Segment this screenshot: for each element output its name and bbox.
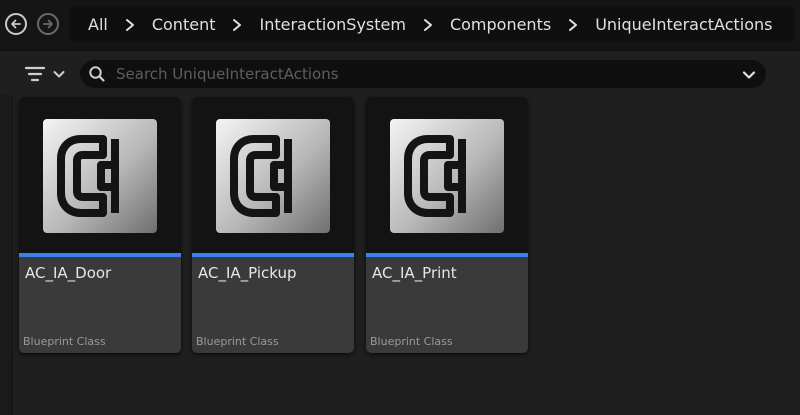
asset-tile[interactable]: AC_IA_Print Blueprint Class: [366, 97, 528, 353]
asset-type-color-bar: [192, 253, 354, 257]
asset-type-label: Blueprint Class: [196, 335, 279, 348]
asset-tile[interactable]: AC_IA_Door Blueprint Class: [19, 97, 181, 353]
asset-name: AC_IA_Door: [25, 264, 112, 282]
breadcrumb-item-all[interactable]: All: [88, 15, 108, 34]
filter-icon: [24, 66, 46, 82]
chevron-right-icon: [569, 19, 578, 31]
arrow-left-icon: [11, 19, 21, 29]
breadcrumb-separator[interactable]: [215, 15, 259, 34]
blueprint-component-icon: [390, 119, 504, 233]
search-input[interactable]: [116, 63, 716, 85]
chevron-right-icon: [423, 19, 432, 31]
breadcrumb: All Content InteractionSystem Components: [70, 6, 794, 42]
asset-thumbnail: [192, 97, 354, 253]
search-box: [80, 60, 766, 88]
breadcrumb-item-interactionsystem[interactable]: InteractionSystem: [259, 15, 405, 34]
asset-type-color-bar: [19, 253, 181, 257]
breadcrumb-item-content[interactable]: Content: [152, 15, 216, 34]
chevron-down-icon: [53, 71, 65, 78]
asset-tile[interactable]: AC_IA_Pickup Blueprint Class: [192, 97, 354, 353]
breadcrumb-item-components[interactable]: Components: [450, 15, 551, 34]
content-browser: All Content InteractionSystem Components: [0, 0, 800, 415]
search-icon: [89, 66, 105, 82]
asset-type-label: Blueprint Class: [23, 335, 106, 348]
breadcrumb-separator[interactable]: [108, 15, 152, 34]
breadcrumb-separator[interactable]: [551, 15, 595, 34]
side-panel-edge: [0, 95, 13, 415]
asset-thumbnail: [19, 97, 181, 253]
asset-name: AC_IA_Pickup: [198, 264, 297, 282]
asset-name: AC_IA_Print: [372, 264, 457, 282]
filter-button[interactable]: [24, 62, 70, 86]
breadcrumb-toolbar: All Content InteractionSystem Components: [0, 0, 800, 51]
chevron-right-icon: [233, 19, 242, 31]
breadcrumb-item-uniqueinteractactions[interactable]: UniqueInteractActions: [595, 15, 772, 34]
forward-button[interactable]: [37, 13, 59, 35]
asset-type-label: Blueprint Class: [370, 335, 453, 348]
arrow-right-icon: [43, 19, 53, 29]
asset-thumbnail: [366, 97, 528, 253]
asset-type-color-bar: [366, 253, 528, 257]
blueprint-component-icon: [43, 119, 157, 233]
breadcrumb-separator[interactable]: [406, 15, 450, 34]
blueprint-component-icon: [216, 119, 330, 233]
back-button[interactable]: [5, 13, 27, 35]
chevron-down-icon[interactable]: [742, 68, 756, 82]
chevron-right-icon: [125, 19, 134, 31]
